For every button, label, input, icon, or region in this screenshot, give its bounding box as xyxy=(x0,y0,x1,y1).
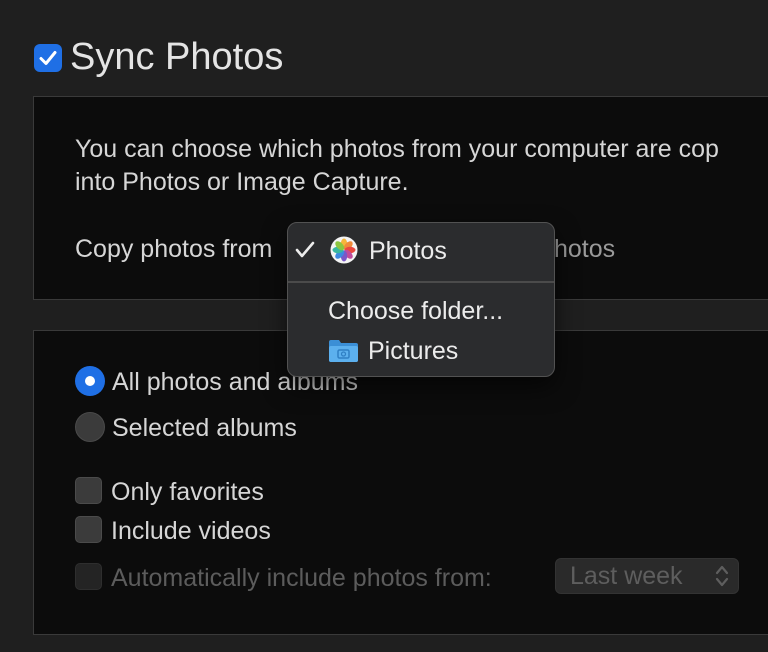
menu-separator xyxy=(288,281,554,283)
menu-item-choose-folder[interactable]: Choose folder... xyxy=(328,297,503,326)
menu-checkmark-icon xyxy=(295,241,315,258)
menu-item-pictures[interactable]: Pictures xyxy=(368,337,458,366)
photos-app-icon xyxy=(330,236,358,264)
radio-all-photos[interactable] xyxy=(75,366,105,396)
radio-selected-albums[interactable] xyxy=(75,412,105,442)
only-favorites-checkbox[interactable] xyxy=(75,477,102,504)
auto-range-value: Last week xyxy=(570,562,683,590)
radio-selected-albums-label[interactable]: Selected albums xyxy=(112,414,297,443)
only-favorites-label[interactable]: Only favorites xyxy=(111,478,264,507)
menu-item-photos[interactable]: Photos xyxy=(369,237,447,266)
include-videos-checkbox[interactable] xyxy=(75,516,102,543)
chevron-updown-icon xyxy=(715,565,729,587)
source-select-value[interactable]: hotos xyxy=(554,235,615,264)
checkmark-icon xyxy=(39,51,57,65)
folder-icon xyxy=(329,340,358,362)
description-line-2: into Photos or Image Capture. xyxy=(75,168,409,196)
sync-photos-title: Sync Photos xyxy=(70,36,284,78)
include-videos-label[interactable]: Include videos xyxy=(111,517,271,546)
sync-photos-checkbox[interactable] xyxy=(34,44,62,72)
auto-include-label: Automatically include photos from: xyxy=(111,564,492,592)
description-line-1: You can choose which photos from your co… xyxy=(75,135,719,163)
copy-from-label: Copy photos from xyxy=(75,235,273,263)
auto-include-checkbox[interactable] xyxy=(75,563,102,590)
